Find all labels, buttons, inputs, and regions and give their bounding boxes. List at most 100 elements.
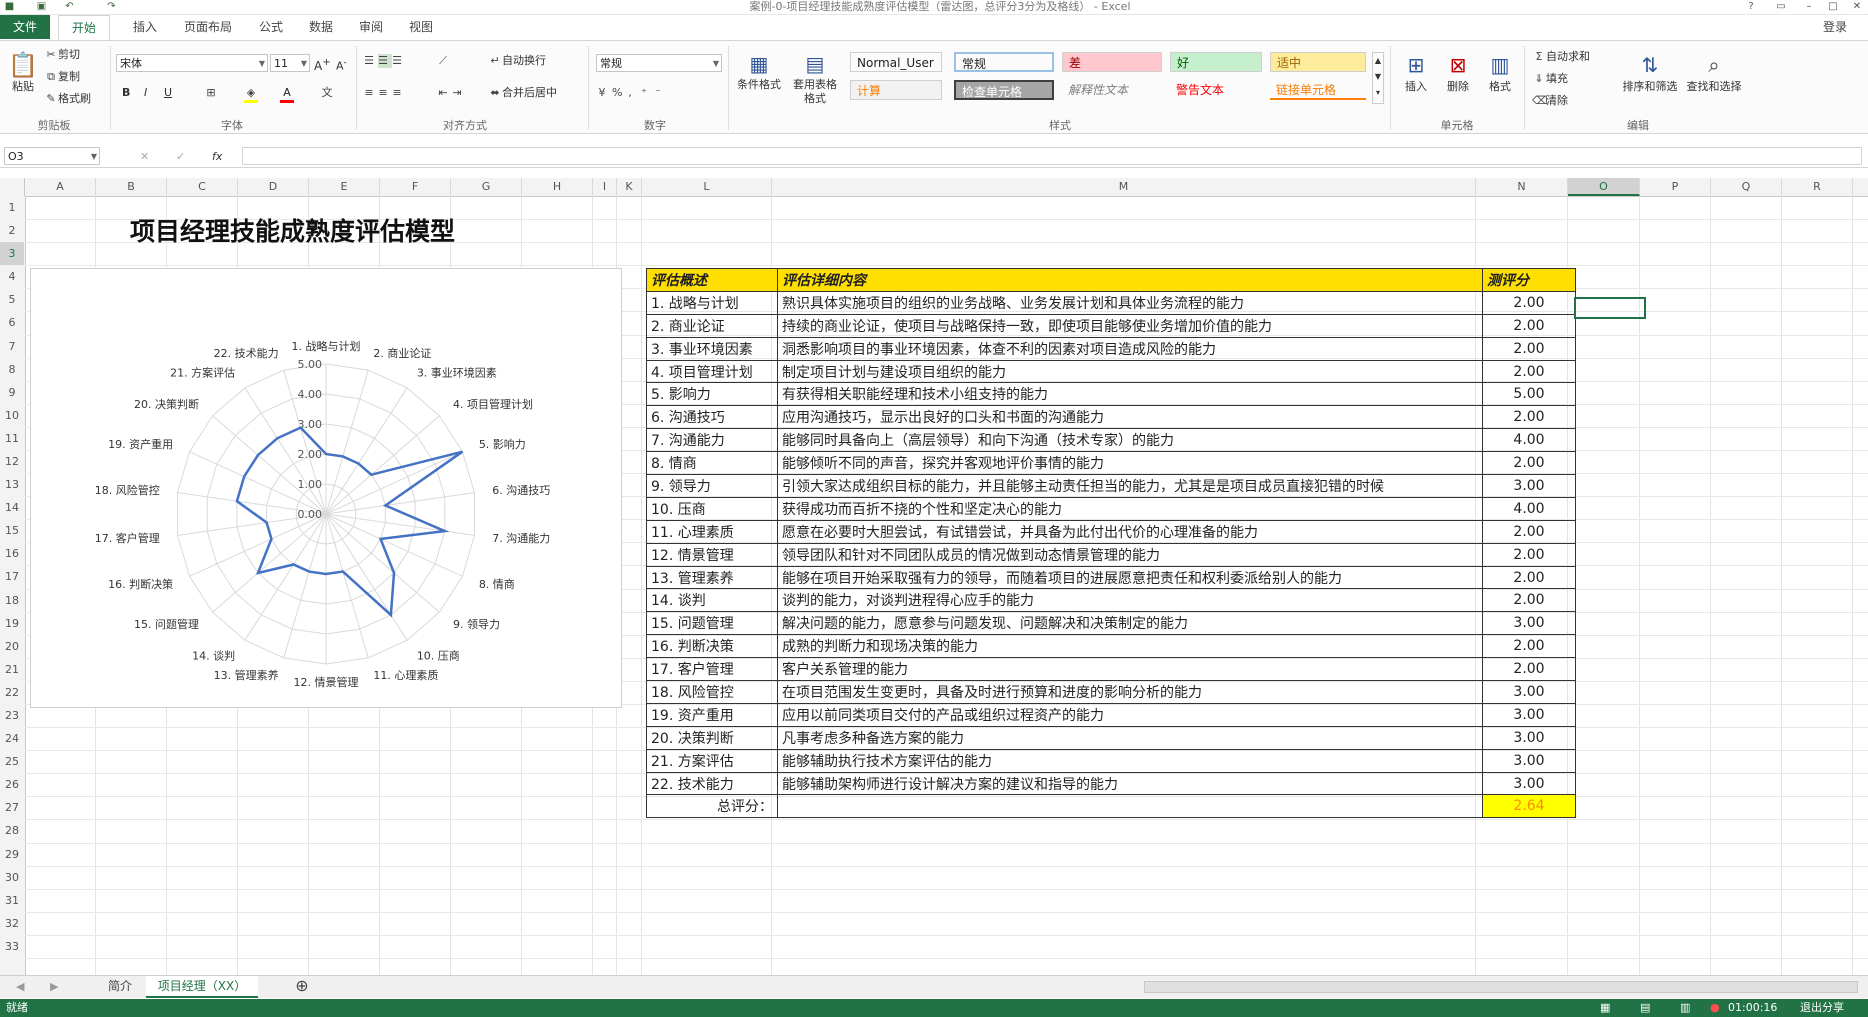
row-header[interactable]: 4 bbox=[0, 265, 24, 288]
column-header[interactable]: I bbox=[593, 178, 617, 196]
scroll-right-icon[interactable]: ▶ bbox=[50, 980, 58, 994]
overview-cell[interactable]: 9. 领导力 bbox=[646, 474, 778, 498]
overview-cell[interactable]: 21. 方案评估 bbox=[646, 748, 778, 773]
page-layout-view-icon[interactable]: ▤ bbox=[1640, 999, 1650, 1017]
row-header[interactable]: 3 bbox=[0, 242, 24, 266]
style-linked-cell[interactable]: 链接单元格 bbox=[1270, 80, 1366, 100]
row-header[interactable]: 10 bbox=[0, 404, 24, 427]
column-header[interactable]: S bbox=[1853, 178, 1868, 196]
total-value[interactable]: 2.64 bbox=[1482, 794, 1576, 819]
overview-cell[interactable]: 2. 商业论证 bbox=[646, 313, 778, 338]
score-cell[interactable]: 2.00 bbox=[1482, 588, 1576, 613]
save-icon[interactable]: ▣ bbox=[36, 1, 47, 12]
tab-view[interactable]: 视图 bbox=[400, 15, 442, 39]
score-cell[interactable]: 2.00 bbox=[1482, 290, 1576, 315]
row-header[interactable]: 17 bbox=[0, 565, 24, 588]
style-bad[interactable]: 差 bbox=[1062, 52, 1162, 72]
score-cell[interactable]: 2.00 bbox=[1482, 359, 1576, 384]
help-icon[interactable]: ? bbox=[1740, 0, 1762, 13]
insert-cells-button[interactable]: ⊞ 插入 bbox=[1398, 50, 1434, 94]
column-header[interactable]: B bbox=[96, 178, 167, 196]
row-header[interactable]: 14 bbox=[0, 496, 24, 519]
style-normal[interactable]: 常规 bbox=[954, 52, 1054, 72]
details-cell[interactable]: 能够倾听不同的声音，探究并客观地评价事情的能力 bbox=[777, 451, 1483, 476]
row-header[interactable]: 15 bbox=[0, 519, 24, 542]
score-cell[interactable]: 2.00 bbox=[1482, 542, 1576, 567]
details-cell[interactable]: 谈判的能力，对谈判进程得心应手的能力 bbox=[777, 588, 1483, 613]
row-header[interactable]: 24 bbox=[0, 727, 24, 750]
score-cell[interactable]: 2.00 bbox=[1482, 519, 1576, 544]
row-header[interactable]: 23 bbox=[0, 704, 24, 727]
column-header[interactable]: K bbox=[617, 178, 642, 196]
row-header[interactable]: 11 bbox=[0, 427, 24, 450]
overview-cell[interactable]: 14. 谈判 bbox=[646, 588, 778, 613]
sheet-tab-pm[interactable]: 项目经理（XX） bbox=[146, 976, 258, 998]
page-break-view-icon[interactable]: ▥ bbox=[1680, 999, 1690, 1017]
details-cell[interactable]: 持续的商业论证，使项目与战略保持一致，即使项目能够使业务增加价值的能力 bbox=[777, 313, 1483, 338]
score-cell[interactable]: 2.00 bbox=[1482, 565, 1576, 590]
row-header[interactable]: 28 bbox=[0, 819, 24, 842]
row-header[interactable]: 12 bbox=[0, 450, 24, 473]
underline-button[interactable]: U bbox=[164, 86, 172, 100]
number-format-select[interactable]: 常规 ▼ bbox=[596, 54, 722, 72]
style-calculation[interactable]: 计算 bbox=[850, 80, 942, 100]
autosum-button[interactable]: Σ 自动求和 bbox=[1532, 50, 1590, 64]
vertical-align-buttons[interactable]: ☰☰☰ bbox=[364, 54, 406, 68]
score-cell[interactable]: 4.00 bbox=[1482, 428, 1576, 453]
score-cell[interactable]: 2.00 bbox=[1482, 313, 1576, 338]
format-as-table-button[interactable]: ▤ 套用表格格式 bbox=[788, 50, 842, 106]
row-header[interactable]: 27 bbox=[0, 796, 24, 819]
close-icon[interactable]: ✕ bbox=[1846, 0, 1868, 13]
overview-cell[interactable]: 4. 项目管理计划 bbox=[646, 359, 778, 384]
delete-cells-button[interactable]: ⊠ 删除 bbox=[1440, 50, 1476, 94]
fill-color-button[interactable]: ◈ bbox=[244, 86, 258, 103]
style-check-cell[interactable]: 检查单元格 bbox=[954, 80, 1054, 100]
score-cell[interactable]: 3.00 bbox=[1482, 771, 1576, 796]
column-header[interactable]: M bbox=[772, 178, 1476, 196]
style-warning[interactable]: 警告文本 bbox=[1170, 80, 1262, 100]
sheet-tab-intro[interactable]: 简介 bbox=[100, 976, 140, 996]
details-cell[interactable]: 成熟的判断力和现场决策的能力 bbox=[777, 634, 1483, 659]
overview-cell[interactable]: 11. 心理素质 bbox=[646, 519, 778, 544]
row-header[interactable]: 7 bbox=[0, 335, 24, 358]
style-neutral[interactable]: 适中 bbox=[1270, 52, 1366, 72]
fill-button[interactable]: ⇓ 填充 bbox=[1532, 72, 1568, 86]
maximize-icon[interactable]: □ bbox=[1822, 0, 1844, 13]
row-header[interactable]: 21 bbox=[0, 658, 24, 681]
details-cell[interactable]: 领导团队和针对不同团队成员的情况做到动态情景管理的能力 bbox=[777, 542, 1483, 567]
styles-scroll[interactable]: ▲ ▼ ▾ bbox=[1372, 52, 1384, 104]
details-cell[interactable]: 能够在项目开始采取强有力的领导，而随着项目的进展愿意把责任和权利委派给别人的能力 bbox=[777, 565, 1483, 590]
number-format-buttons[interactable]: ¥%, ⁺ ⁻ bbox=[598, 86, 668, 100]
selected-cell-o3[interactable] bbox=[1574, 297, 1646, 319]
overview-cell[interactable]: 1. 战略与计划 bbox=[646, 290, 778, 315]
font-color-button[interactable]: A bbox=[280, 86, 294, 103]
insert-function-icon[interactable]: fx bbox=[212, 150, 222, 164]
paste-button[interactable]: 📋 粘贴 bbox=[8, 50, 38, 102]
orientation-button[interactable]: ⟋ bbox=[436, 54, 450, 68]
row-header[interactable]: 8 bbox=[0, 358, 24, 381]
wrap-text-button[interactable]: ↵ 自动换行 bbox=[488, 54, 546, 68]
merge-center-button[interactable]: ⬌ 合并后居中 bbox=[488, 86, 557, 100]
details-cell[interactable]: 熟识具体实施项目的组织的业务战略、业务发展计划和具体业务流程的能力 bbox=[777, 290, 1483, 315]
overview-cell[interactable]: 15. 问题管理 bbox=[646, 611, 778, 636]
score-cell[interactable]: 2.00 bbox=[1482, 634, 1576, 659]
phonetic-button[interactable]: 文 bbox=[320, 86, 334, 100]
overview-cell[interactable]: 17. 客户管理 bbox=[646, 657, 778, 682]
details-cell[interactable]: 客户关系管理的能力 bbox=[777, 657, 1483, 682]
row-header[interactable]: 2 bbox=[0, 219, 24, 242]
overview-cell[interactable]: 16. 判断决策 bbox=[646, 634, 778, 659]
total-empty-cell[interactable] bbox=[777, 794, 1483, 819]
row-header[interactable]: 26 bbox=[0, 773, 24, 796]
italic-button[interactable]: I bbox=[144, 86, 147, 100]
column-header[interactable]: R bbox=[1782, 178, 1853, 196]
style-good[interactable]: 好 bbox=[1170, 52, 1262, 72]
column-header[interactable]: Q bbox=[1711, 178, 1782, 196]
normal-view-icon[interactable]: ▦ bbox=[1600, 999, 1610, 1017]
overview-cell[interactable]: 18. 风险管控 bbox=[646, 680, 778, 704]
signin-link[interactable]: 登录 bbox=[1810, 15, 1860, 39]
overview-cell[interactable]: 19. 资产重用 bbox=[646, 702, 778, 727]
details-cell[interactable]: 能够辅助执行技术方案评估的能力 bbox=[777, 748, 1483, 773]
row-header[interactable]: 18 bbox=[0, 589, 24, 612]
sort-filter-button[interactable]: ⇅ 排序和筛选 bbox=[1620, 50, 1680, 94]
style-normal-user[interactable]: Normal_User ... bbox=[850, 52, 942, 90]
